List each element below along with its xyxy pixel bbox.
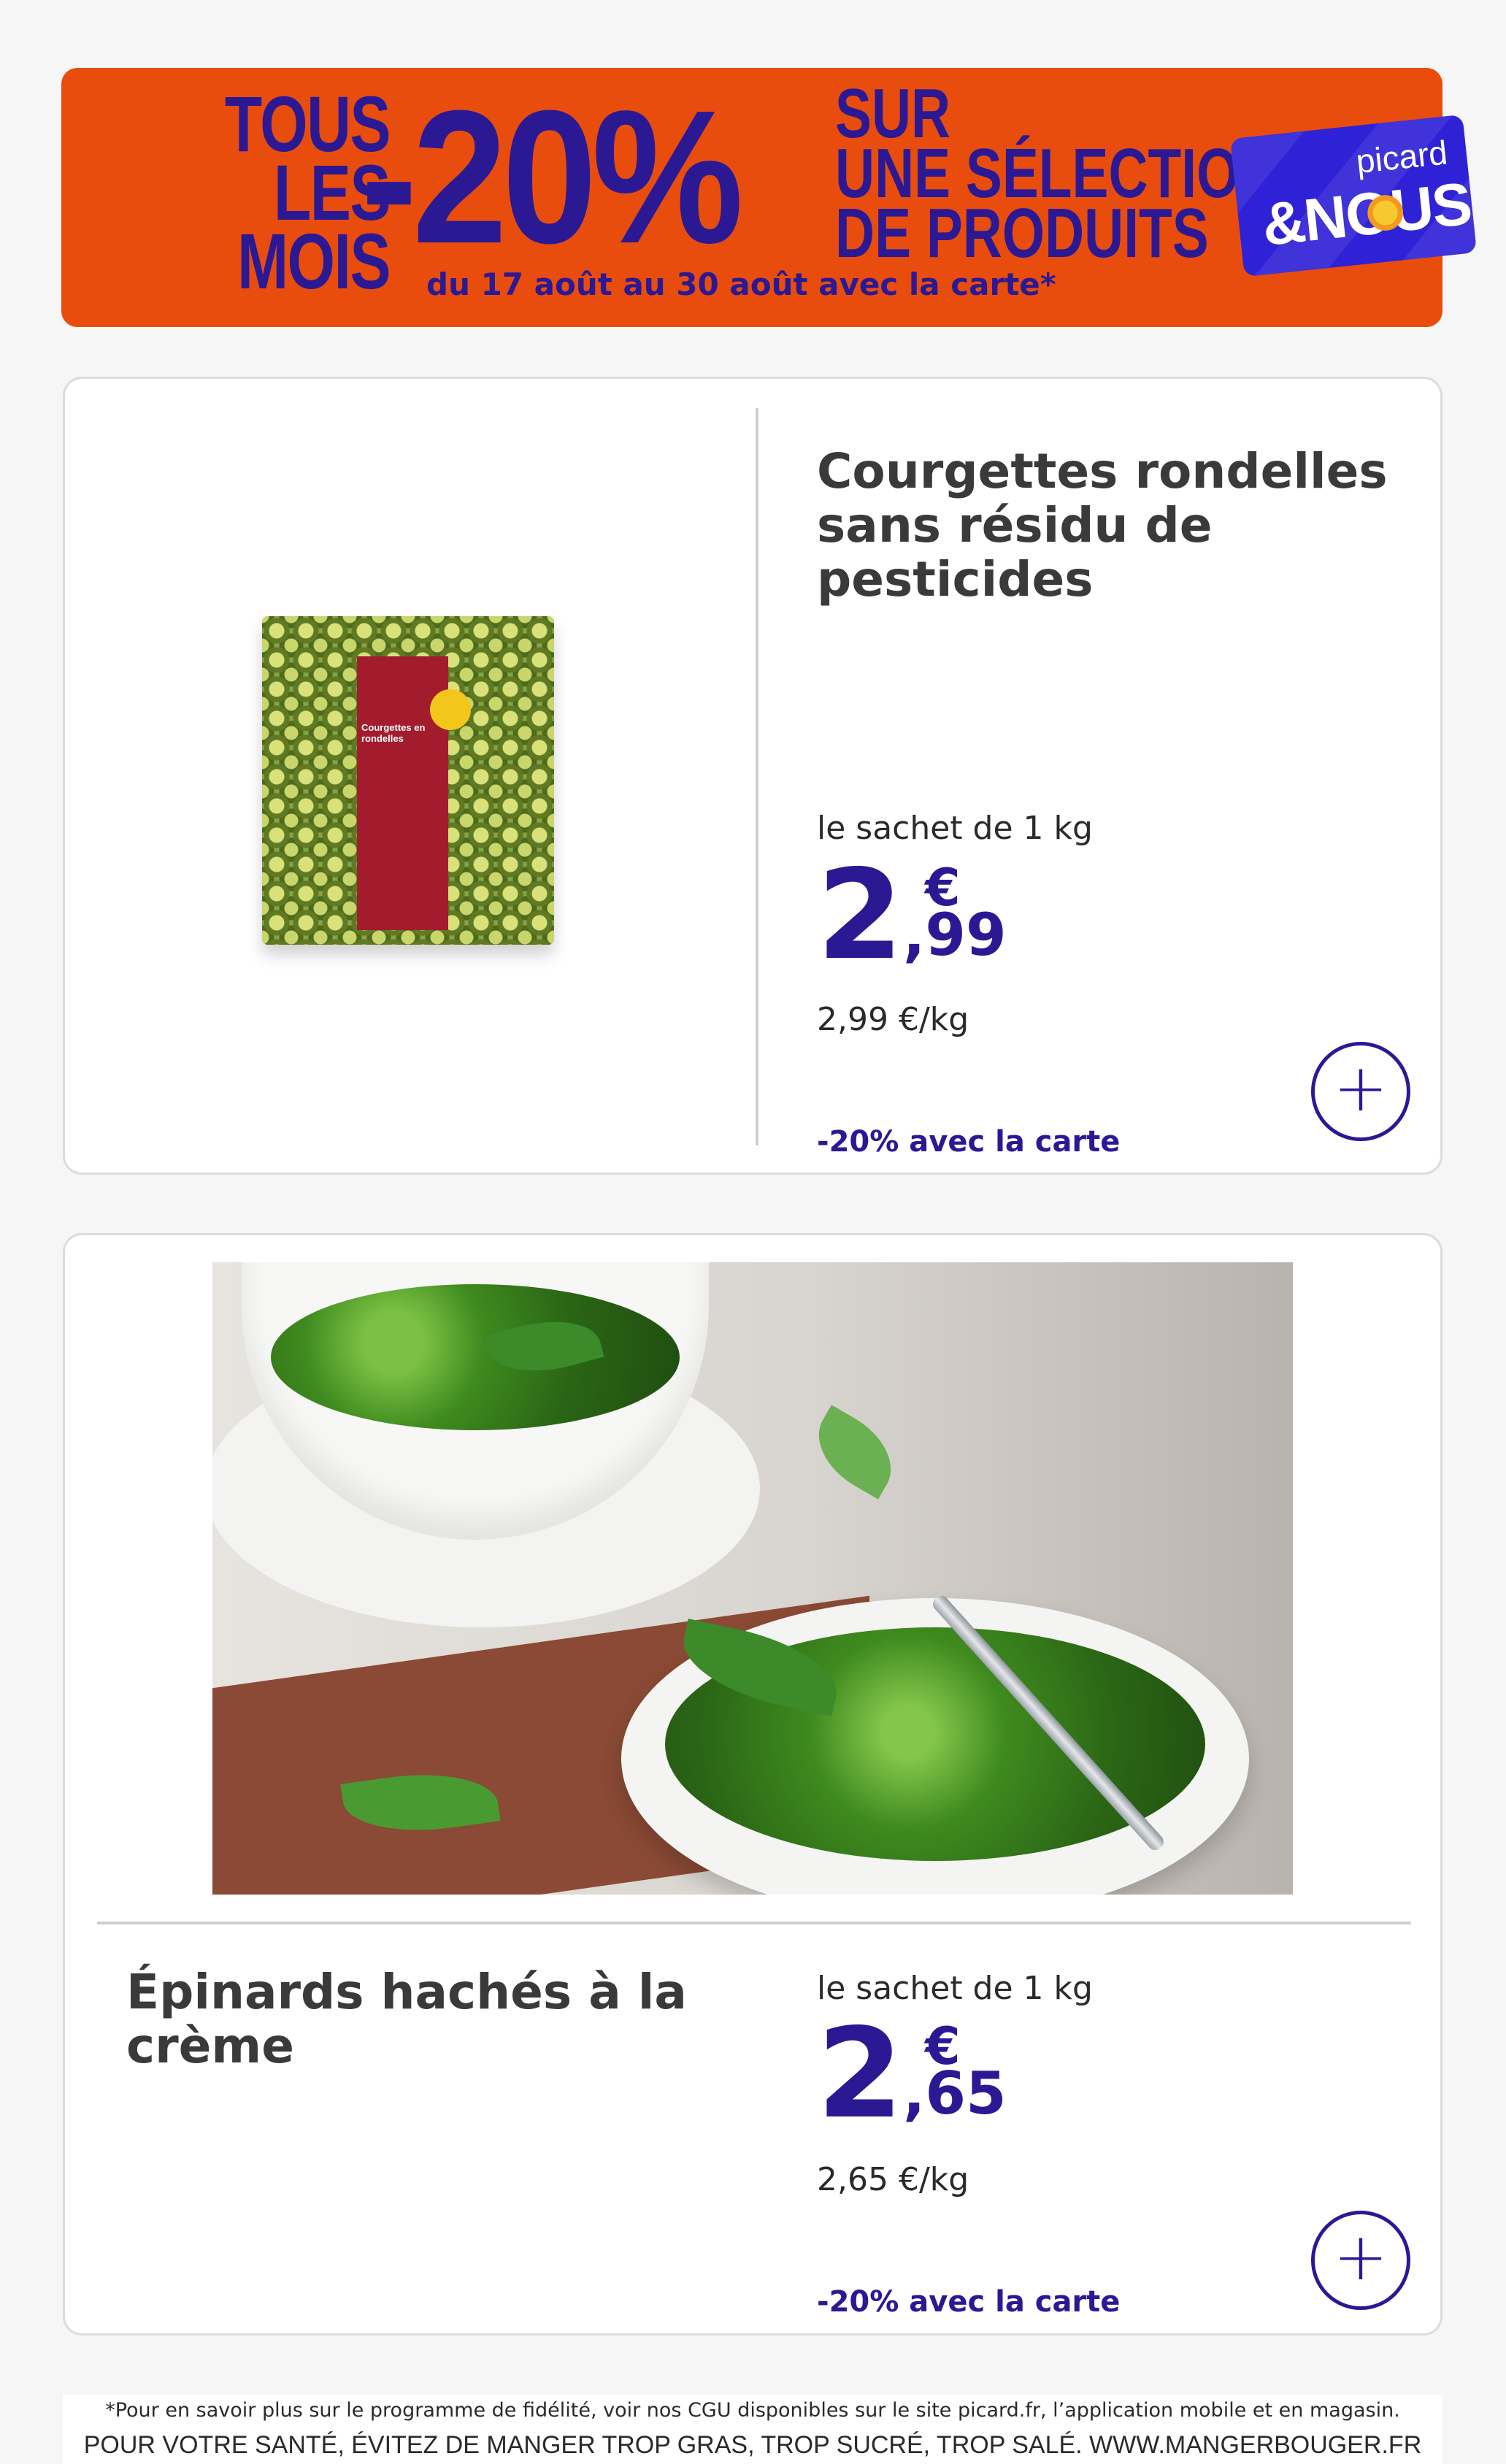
divider bbox=[756, 408, 758, 1145]
product-price: 2 € ,65 bbox=[817, 2012, 1036, 2158]
banner-dates: du 17 août au 30 août avec la carte* bbox=[426, 266, 1056, 302]
product-title[interactable]: Épinards hachés à la crème bbox=[126, 1965, 754, 2073]
price-decimals: ,99 bbox=[903, 901, 1007, 969]
banner-discount: -20% bbox=[361, 72, 744, 283]
picard-nous-card-logo: picard &NOUS bbox=[1229, 114, 1478, 277]
price-integer: 2 bbox=[817, 843, 903, 988]
add-to-cart-button[interactable]: + bbox=[1311, 1042, 1410, 1141]
plus-icon: + bbox=[1333, 1050, 1388, 1127]
card-promo: -20% avec la carte bbox=[817, 1125, 1121, 1159]
unit-price: 2,65 €/kg bbox=[817, 2161, 969, 2198]
pack-sticker bbox=[430, 689, 471, 730]
pack-label-text: Courgettes en rondelles bbox=[361, 722, 426, 744]
price-decimals: ,65 bbox=[903, 2060, 1007, 2127]
price-integer: 2 bbox=[817, 2002, 903, 2146]
plus-icon: + bbox=[1333, 2219, 1388, 2295]
promo-banner[interactable]: TOUS LES MOIS -20% SUR UNE SÉLECTION DE … bbox=[61, 68, 1478, 327]
footer-health-message: POUR VOTRE SANTÉ, ÉVITEZ DE MANGER TROP … bbox=[83, 2431, 1422, 2459]
banner-right-line3: DE PRODUITS bbox=[835, 194, 1209, 272]
unit-price: 2,99 €/kg bbox=[817, 1001, 969, 1038]
product-price: 2 € ,99 bbox=[817, 853, 1036, 999]
product-image-epinards[interactable] bbox=[212, 1262, 1293, 1895]
product-quantity: le sachet de 1 kg bbox=[817, 810, 1093, 847]
add-to-cart-button[interactable]: + bbox=[1311, 2211, 1410, 2310]
photo-spinach-back bbox=[271, 1284, 680, 1430]
product-card-courgettes[interactable]: Courgettes en rondelles Courgettes ronde… bbox=[63, 377, 1442, 1175]
footer-note: *Pour en savoir plus sur le programme de… bbox=[105, 2399, 1400, 2422]
product-image-courgettes[interactable]: Courgettes en rondelles bbox=[262, 616, 554, 945]
banner-selection: SUR UNE SÉLECTION DE PRODUITS bbox=[835, 79, 1278, 272]
divider bbox=[97, 1922, 1411, 1924]
product-title[interactable]: Courgettes rondelles sans résidu de pest… bbox=[817, 445, 1430, 607]
photo-leaf bbox=[802, 1405, 907, 1500]
product-card-epinards[interactable]: Épinards hachés à la crème le sachet de … bbox=[63, 1233, 1442, 2336]
footer: *Pour en savoir plus sur le programme de… bbox=[63, 2395, 1442, 2464]
card-promo: -20% avec la carte bbox=[817, 2285, 1121, 2319]
